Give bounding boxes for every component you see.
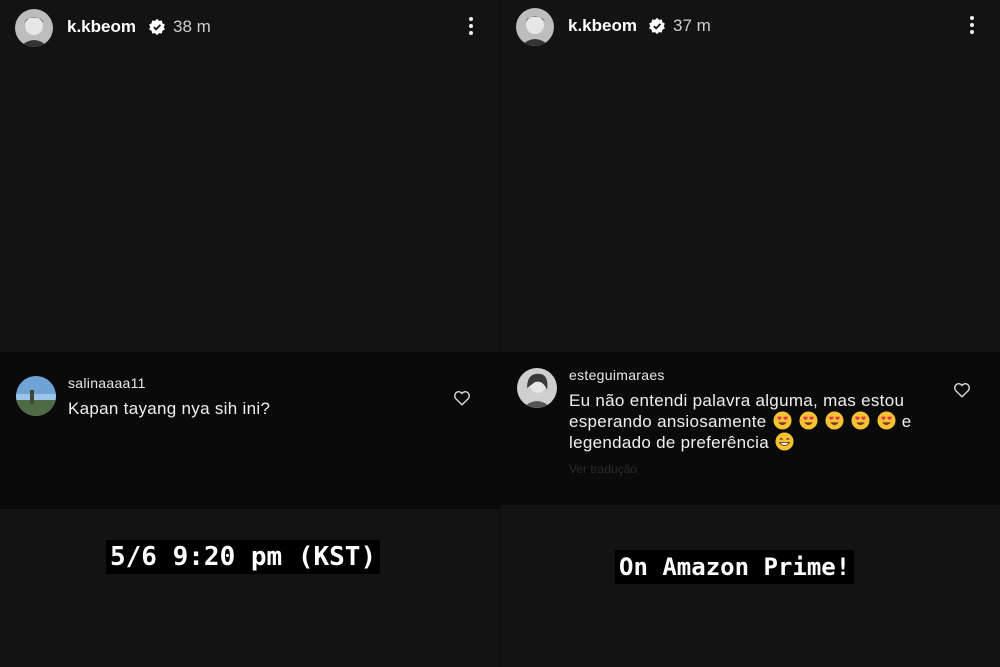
story-panel-left: k.kbeom 38 m salinaaaa11 Kapan tayang ny…: [0, 0, 500, 667]
profile-avatar[interactable]: [516, 8, 554, 46]
comment-text: Kapan tayang nya sih ini?: [68, 399, 271, 418]
story-comparison: k.kbeom 38 m salinaaaa11 Kapan tayang ny…: [0, 0, 1000, 667]
heart-eyes-emoji: [773, 411, 792, 430]
comment-line-text: esperando ansiosamente: [569, 412, 767, 431]
post-time: 37 m: [673, 16, 711, 35]
post-time: 38 m: [173, 17, 211, 36]
username[interactable]: k.kbeom: [67, 17, 136, 37]
story-caption: 5/6 9:20 pm (KST): [106, 540, 381, 574]
more-options-icon[interactable]: [967, 13, 977, 39]
story-header: k.kbeom 37 m: [501, 0, 1000, 56]
verified-badge-icon: [149, 18, 165, 36]
more-options-icon[interactable]: [466, 14, 476, 40]
story-panel-right: k.kbeom 37 m esteguimaraes Eu não entend…: [500, 0, 1000, 667]
heart-outline-icon[interactable]: [453, 389, 471, 407]
comment-card: salinaaaa11 Kapan tayang nya sih ini?: [0, 352, 500, 509]
heart-outline-icon[interactable]: [953, 381, 971, 399]
commenter-avatar[interactable]: [517, 368, 557, 408]
comment-username[interactable]: esteguimaraes: [569, 367, 665, 383]
story-header: k.kbeom 38 m: [0, 0, 500, 56]
commenter-avatar[interactable]: [16, 376, 56, 416]
translate-link[interactable]: Ver tradução: [569, 462, 637, 476]
comment-line: esperando ansiosamente e: [569, 411, 911, 432]
grinning-emoji: [775, 432, 794, 451]
profile-avatar[interactable]: [15, 9, 53, 47]
heart-eyes-emoji: [799, 411, 818, 430]
comment-card: esteguimaraes Eu não entendi palavra alg…: [501, 352, 1000, 505]
heart-eyes-emoji: [851, 411, 870, 430]
heart-eyes-emoji: [825, 411, 844, 430]
comment-line-text: e: [901, 412, 912, 431]
story-caption: On Amazon Prime!: [615, 550, 855, 584]
comment-line-text: legendado de preferência: [569, 433, 770, 452]
username[interactable]: k.kbeom: [568, 16, 637, 36]
verified-badge-icon: [649, 17, 665, 35]
heart-eyes-emoji: [877, 411, 896, 430]
comment-line: Eu não entendi palavra alguma, mas estou: [569, 391, 905, 410]
comment-username[interactable]: salinaaaa11: [68, 375, 146, 391]
comment-line: legendado de preferência: [569, 432, 795, 453]
